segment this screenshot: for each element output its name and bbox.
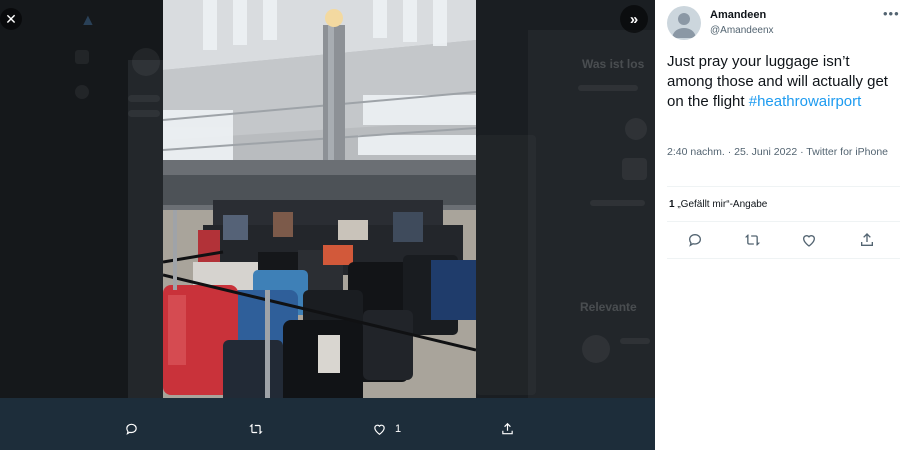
panel-reply-button[interactable] (687, 232, 707, 250)
background-icon (75, 85, 89, 99)
panel-retweet-button[interactable] (744, 232, 764, 250)
author-handle[interactable]: @Amandeenx (710, 25, 774, 36)
share-icon (861, 233, 873, 246)
luggage-photo-illustration (163, 0, 476, 415)
background-trends-title: Was ist los (582, 57, 645, 71)
avatar[interactable] (667, 6, 701, 40)
heart-icon (802, 235, 816, 247)
background-bird-icon: ▲ (80, 12, 96, 29)
panel-share-button[interactable] (859, 232, 879, 250)
more-options-button[interactable]: ••• (883, 6, 900, 21)
tweet-photo[interactable] (163, 0, 476, 415)
background-avatar (582, 335, 610, 363)
background-icon (75, 50, 89, 64)
background-line (590, 200, 645, 206)
background-avatar (132, 48, 160, 76)
media-action-bar: 1 (0, 398, 655, 450)
chevron-double-right-icon: » (629, 10, 639, 28)
author-name[interactable]: Amandeen (710, 9, 766, 21)
tweet-panel: Amandeen @Amandeenx ••• Just pray your l… (655, 0, 900, 450)
divider (667, 258, 900, 259)
retweet-button[interactable] (248, 422, 264, 436)
retweet-icon (249, 423, 263, 435)
likes-count: 1 (669, 199, 675, 210)
reply-icon (688, 233, 702, 247)
retweet-icon (744, 234, 761, 246)
heart-icon (374, 424, 385, 435)
share-button[interactable] (500, 422, 515, 436)
tweet-text: Just pray your luggage isn’t among those… (667, 52, 892, 112)
panel-like-button[interactable] (801, 232, 821, 250)
background-avatar (625, 118, 647, 140)
background-line (128, 95, 160, 102)
default-avatar-icon (672, 13, 696, 38)
divider (667, 186, 900, 187)
reply-icon (126, 423, 137, 435)
background-relevant-title: Relevante (580, 300, 637, 314)
divider (667, 221, 900, 222)
like-count: 1 (395, 423, 402, 435)
background-line (620, 338, 650, 344)
background-block (622, 158, 647, 180)
likes-label: „Gefällt mir“-Angabe (677, 199, 768, 210)
reply-button[interactable] (124, 422, 139, 436)
hashtag-link[interactable]: #heathrowairport (749, 93, 862, 110)
tweet-timestamp[interactable]: 2:40 nachm. · 25. Juni 2022 · Twitter fo… (667, 145, 892, 160)
expand-panel-button[interactable]: » (620, 5, 648, 33)
likes-summary[interactable]: 1 „Gefällt mir“-Angabe (669, 199, 767, 210)
close-icon: ✕ (5, 10, 17, 27)
media-viewer: ▲ Was ist los Relevante ✕ » 1 (0, 0, 655, 450)
background-line (578, 85, 638, 91)
background-card (476, 135, 536, 395)
background-line (128, 110, 160, 117)
like-button[interactable]: 1 (372, 422, 401, 436)
close-viewer-button[interactable]: ✕ (0, 8, 22, 30)
share-icon (502, 422, 513, 435)
